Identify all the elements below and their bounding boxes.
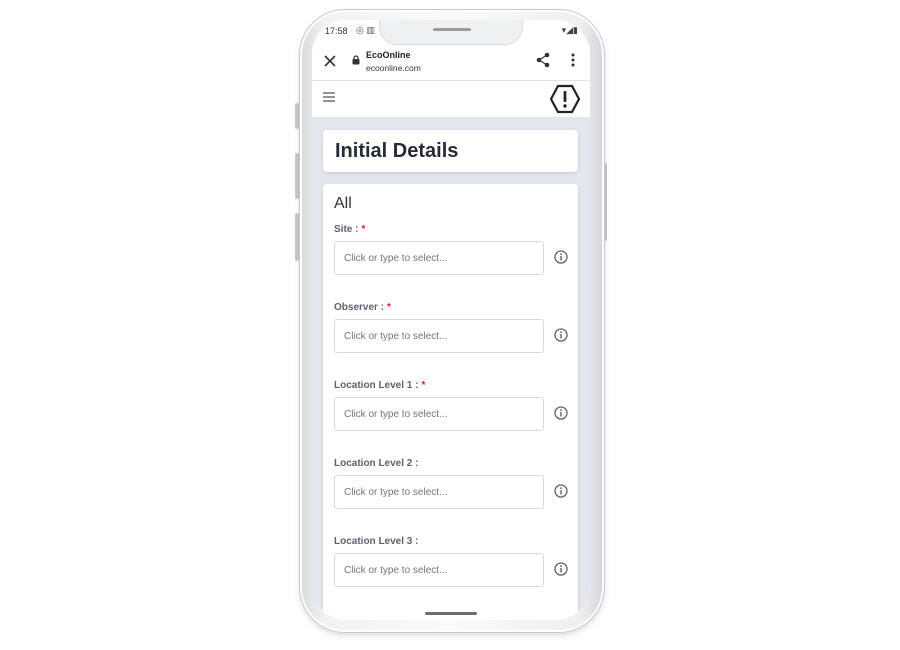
site-url[interactable]: ecoonline.com xyxy=(366,63,421,73)
location-level-1-select-input[interactable] xyxy=(334,397,544,431)
required-marker: * xyxy=(387,302,391,313)
observer-label: Observer : * xyxy=(334,302,391,313)
section-title: All xyxy=(334,195,352,212)
field-label-text: Location Level 3 : xyxy=(334,536,419,547)
location-level-3-label: Location Level 3 : xyxy=(334,536,418,547)
required-marker: * xyxy=(361,224,366,235)
hamburger-menu-icon[interactable] xyxy=(323,92,335,102)
location-level-1-label: Location Level 1 : * xyxy=(334,380,425,391)
phone-screen: 17:58 ◎ ▥ ▾◢▮ EcoOnline ecoonline.com In… xyxy=(312,20,590,620)
location-level-2-label: Location Level 2 : xyxy=(334,458,418,469)
info-icon[interactable] xyxy=(554,328,568,342)
info-icon[interactable] xyxy=(554,406,568,420)
more-vertical-icon[interactable] xyxy=(570,51,576,69)
signal-battery-icons: ▾◢▮ xyxy=(561,25,578,35)
status-time: 17:58 xyxy=(325,26,348,36)
title-card: Initial Details xyxy=(323,130,578,172)
location-level-2-select-input[interactable] xyxy=(334,475,544,509)
close-icon[interactable] xyxy=(322,51,338,71)
field-label-text: Observer : xyxy=(334,302,385,313)
field-label-text: Site : xyxy=(334,224,359,235)
speaker-grille xyxy=(433,28,471,31)
notification-icons: ◎ ▥ xyxy=(356,25,375,35)
app-header xyxy=(312,81,590,118)
info-icon[interactable] xyxy=(554,250,568,264)
field-label-text: Location Level 2 : xyxy=(334,458,419,469)
info-icon[interactable] xyxy=(554,484,568,498)
phone-notch xyxy=(379,20,523,45)
warning-hexagon-logo-icon[interactable] xyxy=(550,84,580,114)
info-icon[interactable] xyxy=(554,562,568,576)
browser-toolbar: EcoOnline ecoonline.com xyxy=(312,46,590,81)
field-label-text: Location Level 1 : xyxy=(334,380,419,391)
lock-icon xyxy=(352,55,360,65)
site-select-input[interactable] xyxy=(334,241,544,275)
page-title: Initial Details xyxy=(335,140,459,162)
site-title: EcoOnline xyxy=(366,50,411,60)
location-level-3-select-input[interactable] xyxy=(334,553,544,587)
page-content: Initial Details All Site :* Observer :* xyxy=(312,118,590,620)
home-indicator[interactable] xyxy=(425,612,477,615)
required-marker: * xyxy=(421,380,426,391)
form-card: All Site :* Observer :* xyxy=(323,184,578,620)
observer-select-input[interactable] xyxy=(334,319,544,353)
share-icon[interactable] xyxy=(535,51,551,69)
site-label: Site : * xyxy=(334,224,365,235)
